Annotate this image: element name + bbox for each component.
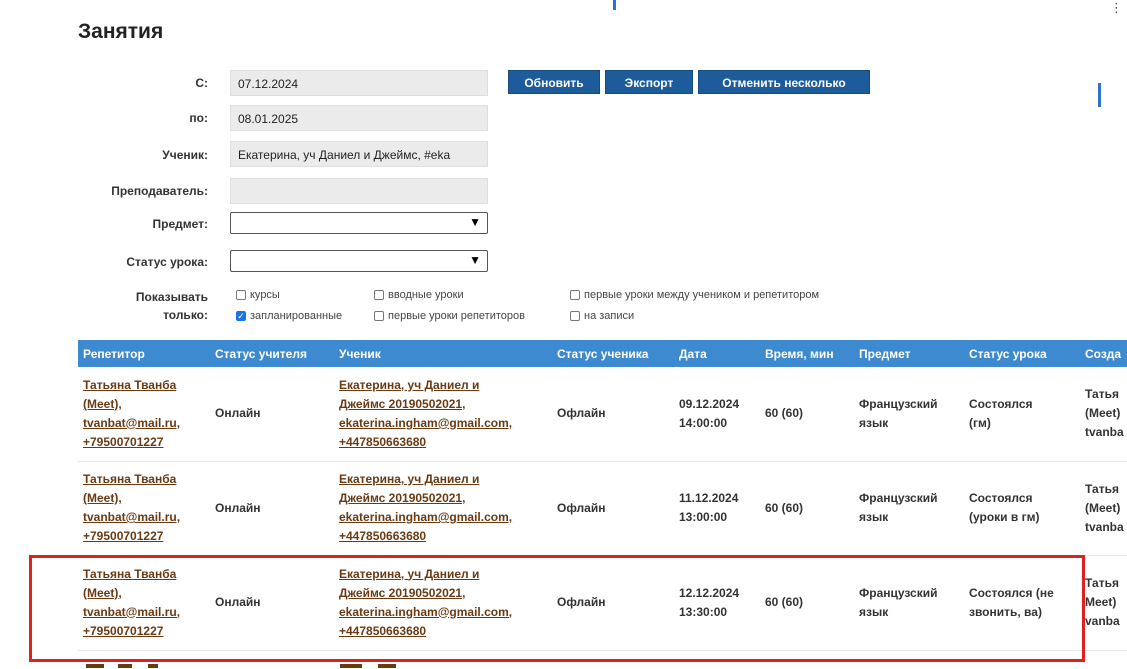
page-title: Занятия [78, 20, 164, 43]
table-row: Татьяна Тванба (Meet), tvanbat@mail.ru, +79… [78, 461, 1127, 556]
creator-cell: Татья Meet) vanba [1080, 555, 1127, 651]
checkbox-box[interactable] [570, 290, 580, 300]
checkbox-label: первые уроки репетиторов [388, 310, 525, 322]
checkbox-box[interactable] [374, 290, 384, 300]
date-cell: 11.12.2024 13:00:00 [674, 461, 760, 556]
tutor-cell[interactable]: Татьяна Тванба (Meet), tvanbat@mail.ru, +79… [78, 461, 210, 556]
subject-label: Предмет: [152, 217, 208, 231]
student-cell[interactable]: Екатерина, уч Даниел и Джеймс 20190502021… [334, 367, 552, 462]
checkbox-intro-lessons[interactable]: вводные уроки [374, 289, 464, 301]
date-cell: 09.12.2024 14:00:00 [674, 367, 760, 462]
teacher-field[interactable] [230, 178, 488, 204]
lesson-status-cell: Состоялся (гм) [964, 367, 1080, 462]
checkbox-box[interactable] [374, 311, 384, 321]
student-status: Офлайн [552, 367, 674, 462]
show-only-label-2: только: [163, 308, 208, 322]
chevron-down-icon: ▼ [469, 253, 481, 267]
student-cell[interactable]: Екатерина, уч Даниел и Джеймс 20190502021… [334, 461, 552, 556]
teacher-status: Онлайн [210, 367, 334, 462]
student-label: Ученик: [162, 148, 208, 162]
checkbox-tutor-first-lessons[interactable]: первые уроки репетиторов [374, 310, 525, 322]
subject-cell: Французский язык [854, 461, 964, 556]
highlight-box [29, 555, 1085, 662]
cancel-multiple-button[interactable]: Отменить несколько [698, 70, 870, 94]
column-header-lesson-status[interactable]: Статус урока [964, 340, 1080, 367]
tutor-cell[interactable]: Татьяна Тванба (Meet), tvanbat@mail.ru, +79… [78, 367, 210, 462]
student-field[interactable]: Екатерина, уч Даниел и Джеймс, #eka [230, 141, 488, 167]
refresh-button[interactable]: Обновить [508, 70, 600, 94]
checkbox-label: первые уроки между учеником и репетиторо… [584, 289, 820, 301]
teacher-label: Преподаватель: [111, 184, 208, 198]
checkbox-label: курсы [250, 289, 280, 301]
column-header-created[interactable]: Созда [1080, 340, 1127, 367]
to-label: по: [189, 111, 208, 125]
check-icon[interactable]: ✓ [236, 311, 246, 321]
duration-cell: 60 (60) [760, 367, 854, 462]
status-label: Статус урока: [126, 255, 208, 269]
kebab-menu-icon[interactable]: ⋮ [1110, 0, 1123, 16]
creator-cell: Татья (Meet) tvanba [1080, 367, 1127, 462]
tutor-link[interactable]: Татьяна Тванба (Meet), tvanbat@mail.ru, +79… [83, 472, 180, 543]
show-only-label: Показывать [135, 290, 208, 304]
creator-cell: Татья (Meet) tvanba [1080, 461, 1127, 556]
subject-select[interactable]: ▼ [230, 212, 488, 234]
column-header-duration[interactable]: Время, мин [760, 340, 854, 367]
to-date-field[interactable]: 08.01.2025 [230, 105, 488, 131]
column-header-student-status[interactable]: Статус ученика [552, 340, 674, 367]
next-row-partial [78, 662, 1118, 669]
lesson-status-cell: Состоялся (уроки в гм) [964, 461, 1080, 556]
student-link[interactable]: Екатерина, уч Даниел и Джеймс 20190502021… [339, 472, 512, 543]
column-header-teacher-status[interactable]: Статус учителя [210, 340, 334, 367]
from-date-field[interactable]: 07.12.2024 [230, 70, 488, 96]
checkbox-box[interactable] [570, 311, 580, 321]
column-header-subject[interactable]: Предмет [854, 340, 964, 367]
duration-cell: 60 (60) [760, 461, 854, 556]
subject-cell: Французский язык [854, 367, 964, 462]
column-header-tutor[interactable]: Репетитор [78, 340, 210, 367]
from-label: С: [195, 76, 208, 90]
checkbox-first-lessons-student-tutor[interactable]: первые уроки между учеником и репетиторо… [570, 289, 819, 301]
checkbox-label: запланированные [250, 310, 343, 322]
table-header-row: Репетитор Статус учителя Ученик Статус у… [78, 340, 1127, 367]
column-header-student[interactable]: Ученик [334, 340, 552, 367]
column-header-date[interactable]: Дата [674, 340, 760, 367]
checkbox-label: вводные уроки [388, 289, 464, 301]
checkbox-box[interactable] [236, 290, 246, 300]
checkbox-scheduled[interactable]: ✓ запланированные [236, 310, 342, 322]
right-edge-mark [1098, 83, 1101, 107]
table-row: Татьяна Тванба (Meet), tvanbat@mail.ru, +79… [78, 367, 1127, 462]
lesson-status-select[interactable]: ▼ [230, 250, 488, 272]
student-status: Офлайн [552, 461, 674, 556]
checkbox-label: на записи [584, 310, 635, 322]
checkbox-recorded[interactable]: на записи [570, 310, 634, 322]
top-accent-mark [613, 0, 616, 10]
checkbox-courses[interactable]: курсы [236, 289, 280, 301]
student-link[interactable]: Екатерина, уч Даниел и Джеймс 20190502021… [339, 378, 512, 449]
chevron-down-icon: ▼ [469, 215, 481, 229]
tutor-link[interactable]: Татьяна Тванба (Meet), tvanbat@mail.ru, +79… [83, 378, 180, 449]
teacher-status: Онлайн [210, 461, 334, 556]
export-button[interactable]: Экспорт [605, 70, 693, 94]
